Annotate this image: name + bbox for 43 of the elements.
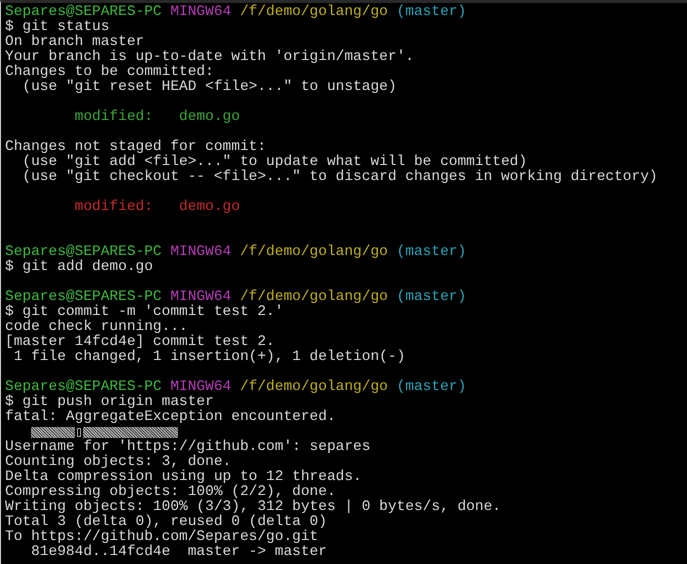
prompt-path: /f/demo/golang/go [240, 5, 388, 20]
output-line: Delta compression using up to 12 threads. [5, 469, 362, 485]
status-label: modified: [74, 200, 153, 215]
prompt-path: /f/demo/golang/go [240, 290, 388, 305]
prompt-user: Separes@SEPARES-PC [5, 5, 162, 20]
output-line: (use "git add <file>..." to update what will be committed) [21, 154, 528, 170]
output-line: Your branch is up-to-date with 'origin/master'. [5, 49, 414, 65]
status-label: modified: [74, 110, 153, 125]
prompt-shell: MINGW64 [170, 380, 232, 395]
command-line: $ git commit -m 'commit test 2.' [5, 304, 284, 320]
output-line: Writing objects: 100% (3/3), 312 bytes | 0 bytes/s, done. [5, 499, 501, 515]
prompt-branch: (master) [396, 245, 466, 260]
output-line: Compressing objects: 100% (2/2), done. [5, 484, 336, 500]
prompt-user: Separes@SEPARES-PC [5, 380, 162, 395]
prompt-branch: (master) [396, 380, 466, 395]
output-line: (use "git checkout -- <file>..." to discard changes in working directory) [21, 169, 658, 185]
output-line: (use "git reset HEAD <file>..." to unstage) [21, 79, 397, 95]
file-name: demo.go [178, 200, 240, 215]
output-line: [master 14fcd4e] commit test 2. [5, 334, 275, 350]
command-line: $ git push origin master [5, 394, 214, 410]
prompt-user: Separes@SEPARES-PC [5, 245, 162, 260]
prompt-branch: (master) [396, 290, 466, 305]
output-line: Username for 'https://github.com': separes [5, 439, 370, 455]
prompt-branch: (master) [396, 5, 466, 20]
output-line: code check running... [5, 319, 188, 335]
output-line: Changes to be committed: [5, 64, 214, 80]
output-line: 81e984d..14fcd4e master -> master [30, 544, 327, 560]
command-line: $ git status [5, 19, 110, 35]
output-line: On branch master [5, 34, 144, 50]
output-line: To https://github.com/Separes/go.git [5, 529, 318, 545]
output-line: 1 file changed, 1 insertion(+), 1 deletion(-) [12, 349, 406, 365]
command-line: $ git add demo.go [5, 259, 153, 275]
output-line: fatal: AggregateException encountered. [5, 409, 336, 425]
prompt-shell: MINGW64 [170, 290, 232, 305]
prompt-shell: MINGW64 [170, 245, 232, 260]
output-line: Counting objects: 3, done. [5, 454, 232, 470]
prompt-user: Separes@SEPARES-PC [5, 290, 162, 305]
prompt-path: /f/demo/golang/go [240, 380, 388, 395]
output-line: Total 3 (delta 0), reused 0 (delta 0) [5, 514, 327, 530]
output-line: Changes not staged for commit: [5, 139, 266, 155]
prompt-shell: MINGW64 [170, 5, 232, 20]
prompt-path: /f/demo/golang/go [240, 245, 388, 260]
file-name: demo.go [178, 110, 240, 125]
